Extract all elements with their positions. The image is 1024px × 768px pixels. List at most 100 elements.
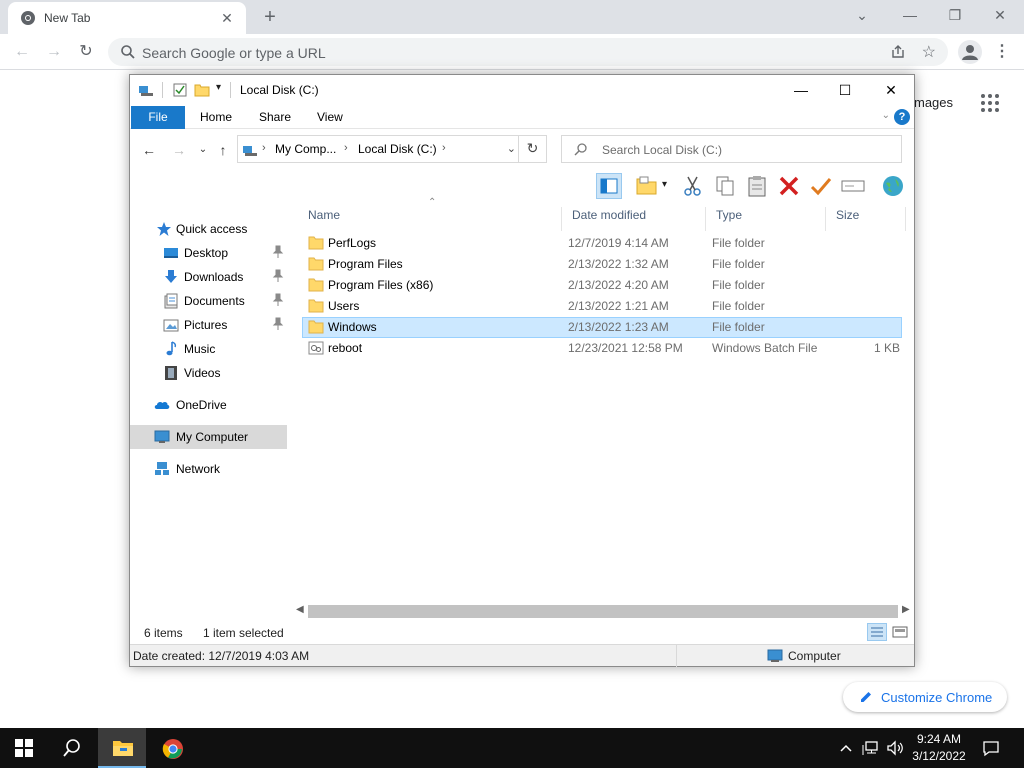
ribbon-tab-home[interactable]: Home	[200, 110, 232, 124]
clipboard-icon	[748, 176, 766, 197]
apps-grid-icon[interactable]	[980, 93, 1000, 113]
expand-ribbon-chevron-icon[interactable]: ⌄	[882, 110, 890, 121]
explorer-title-bar[interactable]: ▾ Local Disk (C:) — ☐ ✕	[130, 75, 914, 105]
system-clock[interactable]: 9:24 AM 3/12/2022	[906, 731, 972, 765]
refresh-icon[interactable]: ↻	[518, 135, 546, 163]
column-header-name[interactable]: Name	[298, 207, 562, 231]
nav-my-computer[interactable]: My Computer	[130, 425, 287, 449]
customize-chrome-button[interactable]: Customize Chrome	[843, 682, 1007, 712]
properties-icon[interactable]	[172, 82, 188, 98]
nav-videos[interactable]: Videos	[130, 361, 287, 385]
batch-file-icon	[308, 341, 324, 355]
pin-icon[interactable]	[272, 245, 284, 259]
tab-search-chevron-icon[interactable]: ⌄	[848, 4, 876, 26]
nav-label: Videos	[184, 366, 221, 380]
paste-button[interactable]	[744, 173, 770, 199]
back-arrow-icon[interactable]: ←	[140, 141, 158, 159]
profile-avatar[interactable]	[958, 40, 982, 64]
show-hidden-icons-chevron-icon[interactable]	[838, 740, 854, 756]
file-row[interactable]: Program Files 2/13/2022 1:32 AM File fol…	[302, 254, 902, 275]
explorer-close-icon[interactable]: ✕	[868, 75, 914, 105]
address-dropdown-chevron-icon[interactable]: ⌄	[507, 142, 516, 155]
explorer-maximize-icon[interactable]: ☐	[822, 75, 868, 105]
scroll-left-arrow-icon[interactable]: ◀	[296, 604, 304, 615]
breadcrumb-separator-icon[interactable]: ›	[344, 142, 348, 154]
minimize-icon[interactable]: —	[896, 4, 924, 26]
check-button[interactable]	[808, 173, 834, 199]
recent-locations-chevron-icon[interactable]: ⌄	[194, 141, 212, 159]
nav-documents[interactable]: Documents	[130, 289, 287, 313]
file-row[interactable]: Program Files (x86) 2/13/2022 4:20 AM Fi…	[302, 275, 902, 296]
file-row[interactable]: Users 2/13/2022 1:21 AM File folder	[302, 296, 902, 317]
horizontal-scrollbar[interactable]: ◀ ▶	[292, 603, 914, 620]
restore-icon[interactable]: ❐	[941, 4, 969, 26]
share-icon[interactable]	[890, 44, 906, 60]
new-tab-button[interactable]: +	[258, 5, 282, 29]
breadcrumb-separator-icon[interactable]: ›	[442, 142, 446, 154]
omnibox[interactable]: Search Google or type a URL ☆	[108, 38, 948, 66]
new-folder-icon[interactable]	[194, 82, 210, 98]
pin-icon[interactable]	[272, 317, 284, 331]
scroll-right-arrow-icon[interactable]: ▶	[902, 604, 910, 615]
forward-arrow-icon[interactable]: →	[170, 141, 188, 159]
bookmark-star-icon[interactable]: ☆	[922, 42, 936, 62]
explorer-search-input[interactable]: Search Local Disk (C:)	[561, 135, 902, 163]
nav-downloads[interactable]: Downloads	[130, 265, 287, 289]
network-tray-icon[interactable]	[862, 739, 880, 757]
details-view-icon[interactable]	[867, 623, 887, 641]
address-bar[interactable]: › My Comp... › Local Disk (C:) › ⌄	[237, 135, 547, 163]
nav-pictures[interactable]: Pictures	[130, 313, 287, 337]
globe-button[interactable]	[880, 173, 906, 199]
taskbar-chrome[interactable]	[148, 728, 196, 768]
volume-icon[interactable]	[886, 739, 904, 757]
file-type: File folder	[712, 257, 765, 271]
column-header-date[interactable]: Date modified	[562, 207, 706, 231]
checkmark-icon	[810, 178, 832, 196]
nav-onedrive[interactable]: OneDrive	[130, 393, 287, 417]
cut-button[interactable]	[680, 173, 706, 199]
ribbon-tab-share[interactable]: Share	[259, 110, 291, 124]
help-icon[interactable]: ?	[894, 109, 910, 125]
folder-options-button[interactable]	[634, 173, 660, 199]
cloud-icon	[154, 401, 170, 409]
nav-desktop[interactable]: Desktop	[130, 241, 287, 265]
start-button[interactable]	[0, 728, 48, 768]
file-row-selected[interactable]: Windows 2/13/2022 1:23 AM File folder	[302, 317, 902, 338]
column-header-size[interactable]: Size	[826, 207, 906, 231]
close-window-icon[interactable]: ✕	[986, 4, 1014, 26]
search-placeholder: Search Local Disk (C:)	[602, 143, 723, 157]
column-header-type[interactable]: Type	[706, 207, 826, 231]
images-link[interactable]: mages	[914, 95, 953, 110]
file-row[interactable]: PerfLogs 12/7/2019 4:14 AM File folder	[302, 233, 902, 254]
folder-options-chevron-icon[interactable]: ▾	[662, 179, 667, 190]
tab-close-icon[interactable]: ✕	[218, 9, 236, 27]
nav-quick-access[interactable]: Quick access	[130, 217, 287, 241]
taskbar-file-explorer[interactable]	[98, 728, 146, 768]
scrollbar-thumb[interactable]	[308, 605, 898, 618]
ribbon-tab-view[interactable]: View	[317, 110, 343, 124]
large-icons-view-icon[interactable]	[890, 623, 910, 641]
kebab-menu-icon[interactable]: ⋮	[992, 40, 1012, 64]
explorer-minimize-icon[interactable]: —	[778, 75, 824, 105]
copy-button[interactable]	[712, 173, 738, 199]
nav-music[interactable]: Music	[130, 337, 287, 361]
preview-pane-button[interactable]	[596, 173, 622, 199]
taskbar-search-button[interactable]	[48, 728, 96, 768]
reload-icon[interactable]: ↻	[74, 40, 98, 64]
chrome-tab-new-tab[interactable]: New Tab ✕	[8, 2, 246, 34]
customize-quick-access-icon[interactable]: ▾	[216, 82, 221, 93]
up-arrow-icon[interactable]: ↑	[214, 141, 232, 159]
breadcrumb-separator-icon[interactable]: ›	[262, 142, 266, 154]
pin-icon[interactable]	[272, 293, 284, 307]
nav-network[interactable]: Network	[130, 457, 287, 481]
back-arrow-icon[interactable]: ←	[10, 40, 34, 64]
breadcrumb-my-computer[interactable]: My Comp...	[275, 142, 336, 156]
ribbon-tab-file[interactable]: File	[131, 106, 185, 129]
file-row[interactable]: reboot 12/23/2021 12:58 PM Windows Batch…	[302, 338, 902, 359]
forward-arrow-icon[interactable]: →	[42, 40, 66, 64]
action-center-icon[interactable]	[982, 739, 1000, 757]
breadcrumb-local-disk[interactable]: Local Disk (C:)	[358, 142, 437, 156]
rename-button[interactable]	[840, 173, 866, 199]
pin-icon[interactable]	[272, 269, 284, 283]
delete-button[interactable]	[776, 173, 802, 199]
